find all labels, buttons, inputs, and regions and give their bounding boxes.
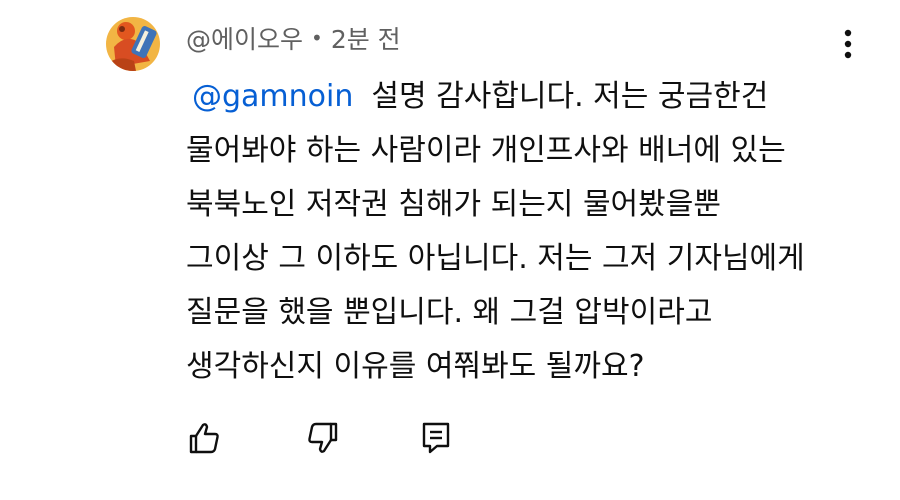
comment-line: 물어봐야 하는 사람이라 개인프사와 배너에 있는 <box>186 133 786 168</box>
comment-line: 생각하신지 이유를 여쭤봐도 될까요? <box>186 349 645 384</box>
comment-line-text: 설명 감사합니다. 저는 궁금한건 <box>371 79 769 114</box>
comment-line: 그이상 그 이하도 아닙니다. 저는 그저 기자님에게 <box>186 241 805 276</box>
meta-separator: • <box>311 26 323 50</box>
avatar-image <box>106 17 160 71</box>
comment-line: 질문을 했을 뿐입니다. 왜 그걸 압박이라고 <box>186 295 713 330</box>
avatar[interactable] <box>106 17 160 71</box>
comment-line: 북북노인 저작권 침해가 되는지 물어봤을뿐 <box>186 187 721 222</box>
comment-thread: @에이오우 • 2분 전 @gamnoin 설명 감사합니다. 저는 궁금한건 물… <box>0 0 900 500</box>
thumbs-up-icon <box>189 423 219 454</box>
comment-timestamp[interactable]: 2분 전 <box>331 20 401 56</box>
author-name[interactable]: @에이오우 <box>186 20 303 56</box>
thumbs-down-icon <box>308 422 338 453</box>
comment-menu-button[interactable] <box>830 24 866 64</box>
comment-body: @gamnoin 설명 감사합니다. 저는 궁금한건 물어봐야 하는 사람이라 개… <box>186 70 866 394</box>
comment-actions <box>186 418 486 458</box>
reply-button[interactable] <box>418 418 454 458</box>
more-vert-icon <box>844 29 852 59</box>
comment-line: @gamnoin 설명 감사합니다. 저는 궁금한건 <box>186 70 866 124</box>
reply-icon <box>422 422 450 454</box>
like-button[interactable] <box>186 418 222 458</box>
comment-header: @에이오우 • 2분 전 <box>186 20 401 56</box>
dislike-button[interactable] <box>305 418 341 458</box>
mention-link[interactable]: @gamnoin <box>192 79 353 114</box>
